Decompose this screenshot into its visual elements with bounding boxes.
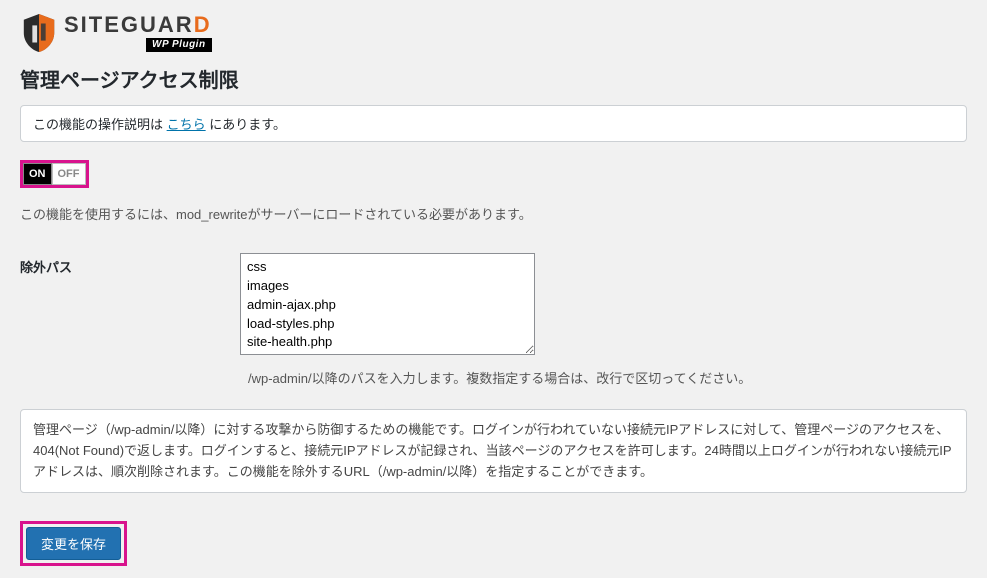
page-title: 管理ページアクセス制限 [20, 64, 967, 93]
shield-icon [20, 12, 58, 54]
exclude-path-label: 除外パス [20, 253, 240, 276]
feature-toggle[interactable]: ONOFF [20, 160, 89, 188]
help-notice: この機能の操作説明は こちら にあります。 [20, 105, 967, 142]
exclude-path-row: 除外パス [20, 253, 967, 358]
notice-post: にあります。 [206, 117, 286, 132]
logo-subtitle: WP Plugin [146, 38, 212, 52]
logo-text: SITEGUARD WP Plugin [64, 14, 212, 52]
toggle-off[interactable]: OFF [52, 163, 86, 185]
help-link[interactable]: こちら [167, 117, 206, 132]
logo-title-pre: SITEGUAR [64, 12, 194, 37]
toggle-on[interactable]: ON [23, 163, 52, 185]
exclude-path-textarea[interactable] [240, 253, 535, 355]
plugin-logo: SITEGUARD WP Plugin [20, 12, 967, 54]
submit-highlight: 変更を保存 [20, 521, 127, 566]
notice-pre: この機能の操作説明は [33, 117, 167, 132]
exclude-path-hint: /wp-admin/以降のパスを入力します。複数指定する場合は、改行で区切ってく… [248, 368, 967, 387]
logo-title-accent: D [194, 12, 212, 37]
feature-description: 管理ページ（/wp-admin/以降）に対する攻撃から防御するための機能です。ロ… [20, 409, 967, 493]
requirement-text: この機能を使用するには、mod_rewriteがサーバーにロードされている必要が… [20, 204, 967, 223]
save-button[interactable]: 変更を保存 [26, 527, 121, 560]
